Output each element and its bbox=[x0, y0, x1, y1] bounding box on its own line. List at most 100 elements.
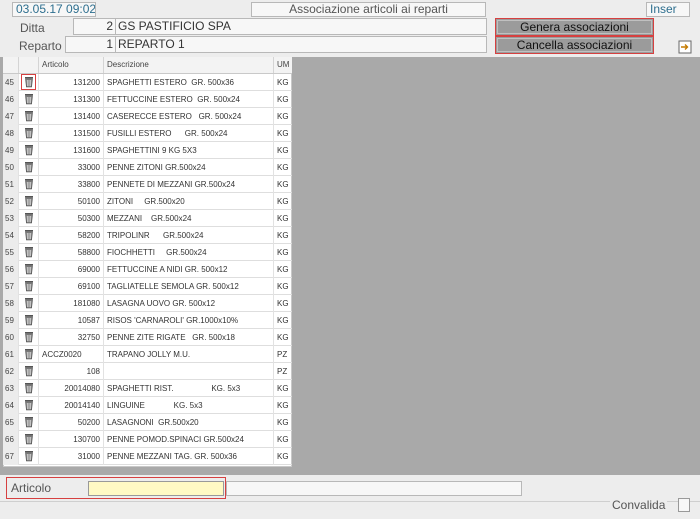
articolo-cell[interactable]: 181080 bbox=[39, 295, 104, 312]
table-row[interactable]: 63 20014080 SPAGHETTI RIST. KG. 5x3 KG bbox=[3, 380, 292, 397]
row-delete-button[interactable] bbox=[19, 91, 39, 108]
articolo-cell[interactable]: 20014140 bbox=[39, 397, 104, 414]
row-delete-button[interactable] bbox=[19, 159, 39, 176]
articolo-cell[interactable]: 31000 bbox=[39, 448, 104, 465]
articolo-cell[interactable]: 50200 bbox=[39, 414, 104, 431]
articolo-cell[interactable]: 50300 bbox=[39, 210, 104, 227]
header-descrizione[interactable]: Descrizione bbox=[104, 57, 274, 73]
table-row[interactable]: 45 131200 SPAGHETTI ESTERO GR. 500x36 KG bbox=[3, 74, 292, 91]
row-delete-button[interactable] bbox=[19, 414, 39, 431]
trash-icon bbox=[25, 94, 33, 105]
ditta-name-field: GS PASTIFICIO SPA bbox=[115, 18, 487, 35]
table-row[interactable]: 54 58200 TRIPOLINR GR.500x24 KG bbox=[3, 227, 292, 244]
exit-icon[interactable] bbox=[678, 40, 692, 54]
row-delete-button[interactable] bbox=[19, 397, 39, 414]
articolo-cell[interactable]: 131500 bbox=[39, 125, 104, 142]
row-delete-button[interactable] bbox=[19, 261, 39, 278]
um-cell: KG bbox=[277, 163, 289, 172]
articolo-cell[interactable]: 58800 bbox=[39, 244, 104, 261]
table-row[interactable]: 47 131400 CASERECCE ESTERO GR. 500x24 KG bbox=[3, 108, 292, 125]
table-row[interactable]: 64 20014140 LINGUINE KG. 5x3 KG bbox=[3, 397, 292, 414]
reparto-code-field[interactable]: 1 bbox=[65, 36, 116, 53]
articolo-cell[interactable]: 10587 bbox=[39, 312, 104, 329]
table-row[interactable]: 60 32750 PENNE ZITE RIGATE GR. 500x18 KG bbox=[3, 329, 292, 346]
table-row[interactable]: 67 31000 PENNE MEZZANI TAG. GR. 500x36 KG bbox=[3, 448, 292, 465]
table-row[interactable]: 65 50200 LASAGNONI GR.500x20 KG bbox=[3, 414, 292, 431]
row-delete-button[interactable] bbox=[19, 125, 39, 142]
descrizione-cell: SPAGHETTI RIST. KG. 5x3 bbox=[104, 380, 274, 397]
articolo-cell[interactable]: 130700 bbox=[39, 431, 104, 448]
articolo-cell[interactable]: 50100 bbox=[39, 193, 104, 210]
trash-icon bbox=[25, 264, 33, 275]
row-delete-button[interactable] bbox=[19, 431, 39, 448]
row-delete-button[interactable] bbox=[19, 312, 39, 329]
header-articolo[interactable]: Articolo bbox=[39, 57, 104, 73]
cancella-associazioni-button[interactable]: Cancella associazioni bbox=[495, 36, 654, 54]
row-number: 60 bbox=[3, 329, 19, 346]
genera-associazioni-label: Genera associazioni bbox=[497, 20, 652, 34]
row-delete-button[interactable] bbox=[19, 244, 39, 261]
table-row[interactable]: 62 108 PZ bbox=[3, 363, 292, 380]
um-cell: KG bbox=[277, 435, 289, 444]
row-delete-button[interactable] bbox=[19, 74, 39, 91]
articolo-cell[interactable]: 131600 bbox=[39, 142, 104, 159]
row-delete-button[interactable] bbox=[19, 176, 39, 193]
row-delete-button[interactable] bbox=[19, 363, 39, 380]
table-row[interactable]: 58 181080 LASAGNA UOVO GR. 500x12 KG bbox=[3, 295, 292, 312]
articolo-cell[interactable]: 32750 bbox=[39, 329, 104, 346]
articolo-cell[interactable]: ACCZ0020 bbox=[39, 346, 104, 363]
row-delete-button[interactable] bbox=[19, 329, 39, 346]
articolo-cell[interactable]: 20014080 bbox=[39, 380, 104, 397]
table-row[interactable]: 55 58800 FIOCHHETTI GR.500x24 KG bbox=[3, 244, 292, 261]
articolo-cell[interactable]: 108 bbox=[39, 363, 104, 380]
articolo-cell[interactable]: 33800 bbox=[39, 176, 104, 193]
table-row[interactable]: 56 69000 FETTUCCINE A NIDI GR. 500x12 KG bbox=[3, 261, 292, 278]
table-row[interactable]: 51 33800 PENNETE DI MEZZANI GR.500x24 KG bbox=[3, 176, 292, 193]
table-row[interactable]: 57 69100 TAGLIATELLE SEMOLA GR. 500x12 KG bbox=[3, 278, 292, 295]
table-row[interactable]: 49 131600 SPAGHETTINI 9 KG 5X3 KG bbox=[3, 142, 292, 159]
articolo-cell[interactable]: 33000 bbox=[39, 159, 104, 176]
table-row[interactable]: 61 ACCZ0020 TRAPANO JOLLY M.U. PZ bbox=[3, 346, 292, 363]
table-row[interactable]: 52 50100 ZITONI GR.500x20 KG bbox=[3, 193, 292, 210]
articolo-cell[interactable]: 69000 bbox=[39, 261, 104, 278]
trash-icon bbox=[25, 162, 33, 173]
articolo-input[interactable] bbox=[88, 481, 224, 496]
um-cell: KG bbox=[277, 180, 289, 189]
articolo-cell[interactable]: 131300 bbox=[39, 91, 104, 108]
table-row[interactable]: 46 131300 FETTUCCINE ESTERO GR. 500x24 KG bbox=[3, 91, 292, 108]
table-row[interactable]: 59 10587 RISOS 'CARNAROLI' GR.1000x10% KG bbox=[3, 312, 292, 329]
articolo-cell[interactable]: 69100 bbox=[39, 278, 104, 295]
articolo-cell[interactable]: 58200 bbox=[39, 227, 104, 244]
header-um[interactable]: UM bbox=[274, 57, 292, 73]
row-delete-button[interactable] bbox=[19, 346, 39, 363]
table-row[interactable]: 53 50300 MEZZANI GR.500x24 KG bbox=[3, 210, 292, 227]
trash-icon bbox=[25, 196, 33, 207]
convalida-checkbox[interactable] bbox=[678, 498, 690, 512]
descrizione-cell: PENNE MEZZANI TAG. GR. 500x36 bbox=[104, 448, 274, 465]
row-delete-button[interactable] bbox=[19, 193, 39, 210]
trash-icon bbox=[25, 332, 33, 343]
row-number: 62 bbox=[3, 363, 19, 380]
trash-icon bbox=[25, 434, 33, 445]
table-row[interactable]: 48 131500 FUSILLI ESTERO GR. 500x24 KG bbox=[3, 125, 292, 142]
row-delete-button[interactable] bbox=[19, 108, 39, 125]
row-delete-button[interactable] bbox=[19, 142, 39, 159]
header-rownum bbox=[3, 57, 19, 73]
row-delete-button[interactable] bbox=[19, 210, 39, 227]
row-delete-button[interactable] bbox=[19, 278, 39, 295]
table-row[interactable]: 50 33000 PENNE ZITONI GR.500x24 KG bbox=[3, 159, 292, 176]
row-delete-button[interactable] bbox=[19, 227, 39, 244]
row-delete-button[interactable] bbox=[19, 295, 39, 312]
trash-icon bbox=[25, 349, 33, 360]
articolo-cell[interactable]: 131400 bbox=[39, 108, 104, 125]
row-delete-button[interactable] bbox=[19, 448, 39, 465]
table-row[interactable]: 66 130700 PENNE POMOD.SPINACI GR.500x24 KG bbox=[3, 431, 292, 448]
descrizione-cell bbox=[104, 363, 274, 380]
ditta-code-field[interactable]: 2 bbox=[73, 18, 116, 35]
articolo-cell[interactable]: 131200 bbox=[39, 74, 104, 91]
mode-indicator: Inser bbox=[646, 2, 690, 17]
genera-associazioni-button[interactable]: Genera associazioni bbox=[495, 18, 654, 36]
datetime-field: 03.05.17 09:02 bbox=[12, 2, 96, 17]
row-delete-button[interactable] bbox=[19, 380, 39, 397]
um-cell: PZ bbox=[277, 350, 288, 359]
